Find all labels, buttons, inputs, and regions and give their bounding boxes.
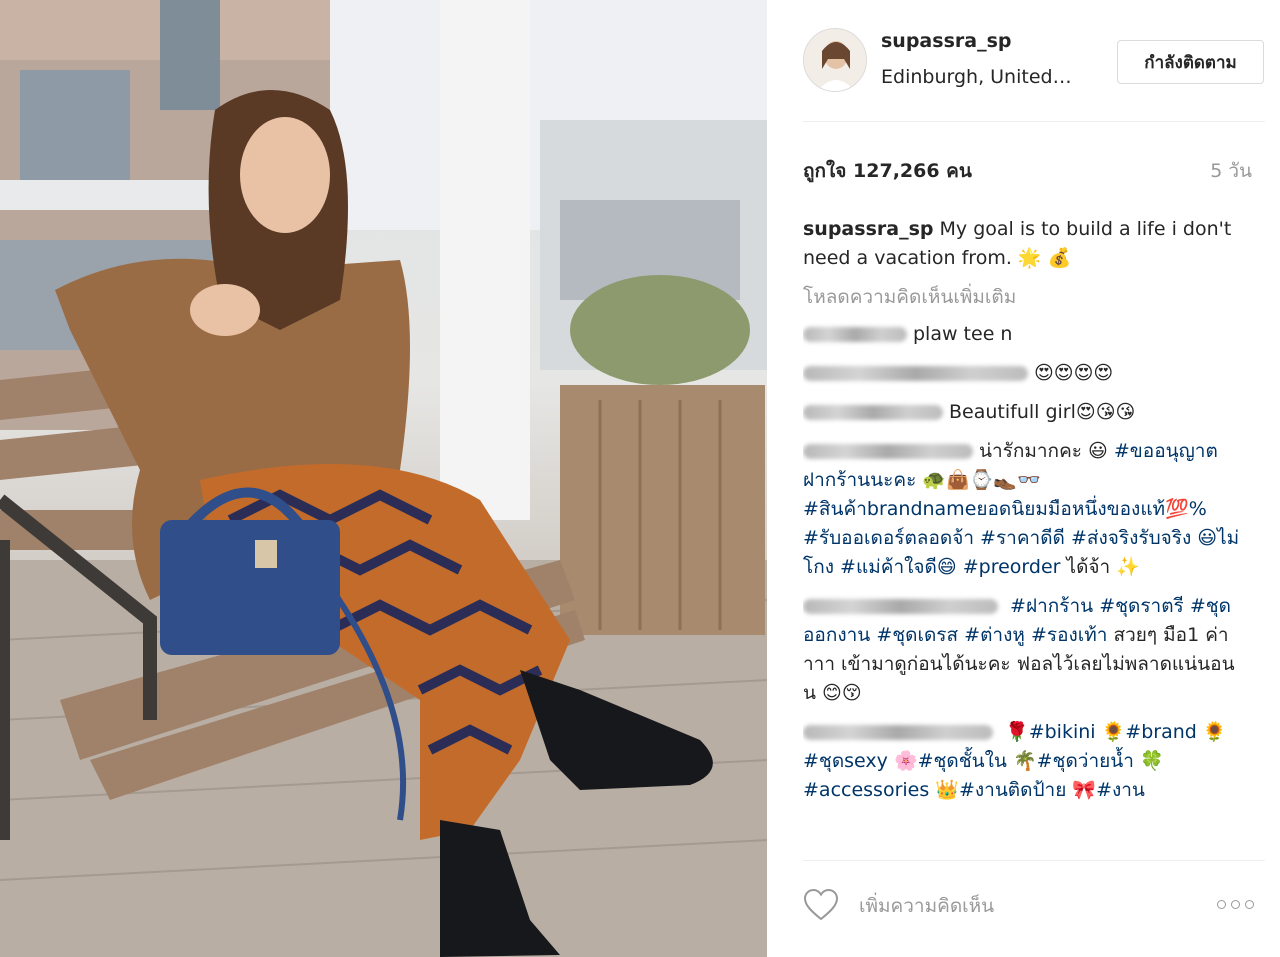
post-photo[interactable] (0, 0, 767, 957)
dot (1217, 899, 1226, 909)
hashtag[interactable]: 🌹#bikini (1005, 721, 1096, 743)
post-time[interactable]: 5 วัน (1210, 156, 1252, 186)
likes-count[interactable]: ถูกใจ 127,266 คน (803, 156, 972, 186)
hashtag[interactable]: #รองเท้า (1031, 624, 1108, 646)
post-username[interactable]: supassra_sp (881, 30, 1011, 52)
list-item: plaw tee n (803, 320, 1243, 349)
comment-text: 😍😍😍😍 (1034, 362, 1114, 384)
blurred-username[interactable] (803, 444, 973, 459)
hashtag[interactable]: #preorder (963, 556, 1061, 578)
caption: supassra_sp My goal is to build a life i… (803, 215, 1243, 273)
blurred-username[interactable] (803, 725, 993, 740)
blurred-username[interactable] (803, 599, 998, 614)
hashtag[interactable]: #ต่างหู (964, 624, 1025, 646)
hashtag[interactable]: 🌸#ชุดชั้นใน (894, 750, 1007, 772)
heart-icon[interactable] (803, 888, 839, 922)
hashtag[interactable]: #สินค้าbrandnameยอดนิยมมือหนึ่งของแท้💯% (803, 498, 1207, 520)
list-item: #ฝากร้าน #ชุดราตรี #ชุดออกงาน #ชุดเดรส #… (803, 592, 1243, 708)
add-comment-input[interactable] (859, 891, 1199, 921)
caption-username[interactable]: supassra_sp (803, 218, 933, 240)
comment-text: plaw tee n (913, 323, 1013, 345)
comment-bar (767, 860, 1280, 957)
hashtag[interactable]: 🌴#ชุดว่ายน้ำ (1013, 750, 1134, 772)
avatar[interactable] (803, 28, 867, 92)
avatar-image (804, 29, 866, 91)
hashtag[interactable]: #แม่ค้าใจดี😄 (840, 556, 957, 578)
ellipsis-icon[interactable] (1214, 894, 1254, 914)
hashtag[interactable]: #ชุดเดรส (876, 624, 958, 646)
comments-list[interactable]: supassra_sp My goal is to build a life i… (803, 215, 1243, 850)
photo-illustration (0, 0, 767, 957)
hashtag[interactable]: 🎀#งาน (1072, 779, 1145, 801)
dot (1245, 899, 1254, 909)
list-item: Beautifull girl😍😘😘 (803, 398, 1243, 427)
hashtag[interactable]: 👑#งานติดป้าย (935, 779, 1066, 801)
post-header: supassra_sp Edinburgh, United… กำลังติดต… (767, 0, 1280, 121)
dot (1231, 899, 1240, 909)
hashtag[interactable]: #รับออเดอร์ตลอดจ้า (803, 527, 974, 549)
comment-text: Beautifull girl😍😘😘 (949, 401, 1136, 423)
post-location[interactable]: Edinburgh, United… (881, 66, 1101, 88)
load-more-comments[interactable]: โหลดความคิดเห็นเพิ่มเติม (803, 283, 1243, 312)
comment-text: น่ารักมากคะ 😃 (979, 440, 1108, 462)
blurred-username[interactable] (803, 327, 907, 342)
post-panel: supassra_sp Edinburgh, United… กำลังติดต… (767, 0, 1280, 957)
list-item: น่ารักมากคะ 😃 #ขออนุญาตฝากร้านนะคะ 🐢👜⌚👞👓… (803, 437, 1243, 582)
comment-tail: ได้จ้า ✨ (1066, 556, 1140, 578)
blurred-username[interactable] (803, 405, 943, 420)
list-item: 😍😍😍😍 (803, 359, 1243, 388)
following-button[interactable]: กำลังติดตาม (1117, 40, 1264, 84)
hashtag[interactable]: #ฝากร้าน (1010, 595, 1093, 617)
header-divider (803, 121, 1265, 122)
blurred-username[interactable] (803, 366, 1028, 381)
hashtag[interactable]: #ราคาดีดี (980, 527, 1065, 549)
hashtag[interactable]: 🌻#brand (1102, 721, 1197, 743)
hashtag[interactable]: #ชุดราตรี (1099, 595, 1184, 617)
list-item: 🌹#bikini 🌻#brand 🌻#ชุดsexy 🌸#ชุดชั้นใน 🌴… (803, 718, 1243, 805)
